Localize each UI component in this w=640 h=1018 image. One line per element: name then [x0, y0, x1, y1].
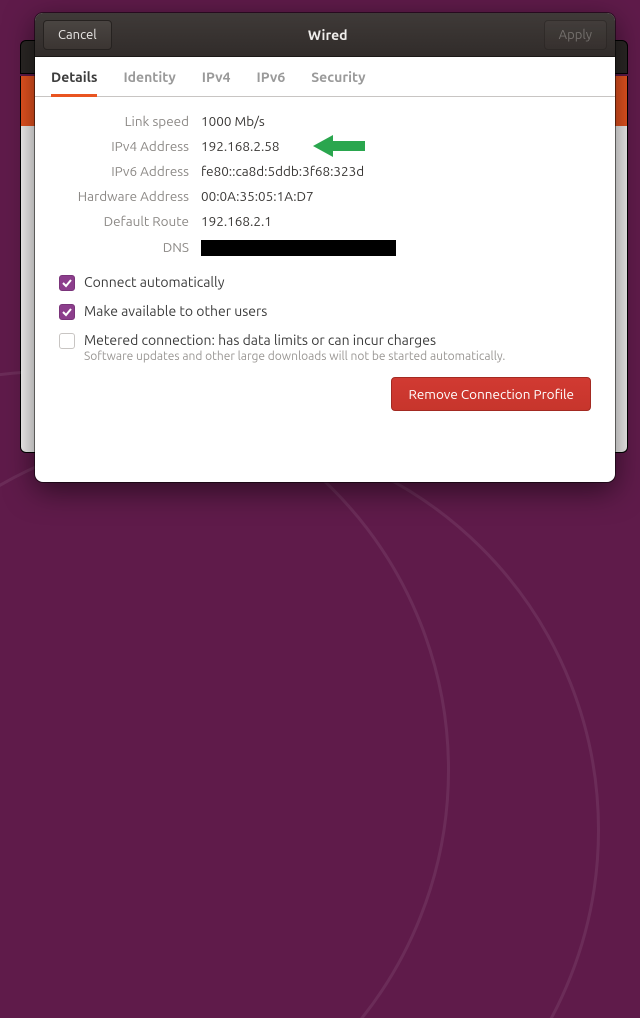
- option-label: Metered connection: has data limits or c…: [84, 332, 505, 365]
- option-label-text: Metered connection: has data limits or c…: [84, 332, 436, 348]
- option-all-users[interactable]: Make available to other users: [59, 303, 591, 320]
- option-label: Connect automatically: [84, 274, 224, 291]
- detail-label-dns: DNS: [59, 239, 189, 255]
- tab-label: Details: [51, 69, 97, 85]
- checkbox-icon: [59, 304, 75, 320]
- dialog-titlebar: Cancel Wired Apply: [35, 13, 615, 57]
- tab-security[interactable]: Security: [311, 57, 365, 96]
- detail-value-default-route: 192.168.2.1: [201, 213, 591, 229]
- detail-value-link-speed: 1000 Mb/s: [201, 113, 591, 129]
- tab-label: IPv4: [202, 69, 231, 85]
- detail-value-dns: [201, 238, 591, 256]
- detail-label-link-speed: Link speed: [59, 113, 189, 129]
- network-wired-dialog: Cancel Wired Apply Details Identity IPv4…: [35, 13, 615, 482]
- dns-redacted-block: [201, 240, 396, 256]
- detail-value-hardware: 00:0A:35:05:1A:D7: [201, 188, 591, 204]
- tab-details[interactable]: Details: [51, 57, 97, 96]
- wallpaper-arc: [0, 430, 600, 1018]
- tab-label: IPv6: [257, 69, 286, 85]
- dialog-footer: Remove Connection Profile: [59, 377, 591, 411]
- detail-label-ipv4: IPv4 Address: [59, 138, 189, 154]
- tab-ipv6[interactable]: IPv6: [257, 57, 286, 96]
- detail-value-text: 192.168.2.58: [201, 138, 280, 154]
- cancel-button[interactable]: Cancel: [43, 20, 112, 50]
- option-label: Make available to other users: [84, 303, 267, 320]
- dialog-title: Wired: [308, 27, 348, 43]
- option-sublabel: Software updates and other large downloa…: [84, 350, 505, 364]
- checkbox-icon: [59, 275, 75, 291]
- details-grid: Link speed 1000 Mb/s IPv4 Address 192.16…: [59, 113, 591, 256]
- detail-label-ipv6: IPv6 Address: [59, 163, 189, 179]
- detail-value-ipv6: fe80::ca8d:5ddb:3f68:323d: [201, 163, 591, 179]
- tab-content-details: Link speed 1000 Mb/s IPv4 Address 192.16…: [35, 97, 615, 482]
- apply-button[interactable]: Apply: [544, 20, 607, 50]
- checkbox-icon: [59, 333, 75, 349]
- detail-value-ipv4: 192.168.2.58: [201, 138, 591, 154]
- tab-label: Identity: [123, 69, 175, 85]
- detail-label-hardware: Hardware Address: [59, 188, 189, 204]
- tab-label: Security: [311, 69, 365, 85]
- remove-connection-button[interactable]: Remove Connection Profile: [391, 377, 591, 411]
- tab-bar: Details Identity IPv4 IPv6 Security: [35, 57, 615, 97]
- tab-identity[interactable]: Identity: [123, 57, 175, 96]
- options-block: Connect automatically Make available to …: [59, 274, 591, 365]
- tab-ipv4[interactable]: IPv4: [202, 57, 231, 96]
- detail-label-default-route: Default Route: [59, 213, 189, 229]
- highlight-arrow-icon: [313, 134, 365, 158]
- option-auto-connect[interactable]: Connect automatically: [59, 274, 591, 291]
- option-metered[interactable]: Metered connection: has data limits or c…: [59, 332, 591, 365]
